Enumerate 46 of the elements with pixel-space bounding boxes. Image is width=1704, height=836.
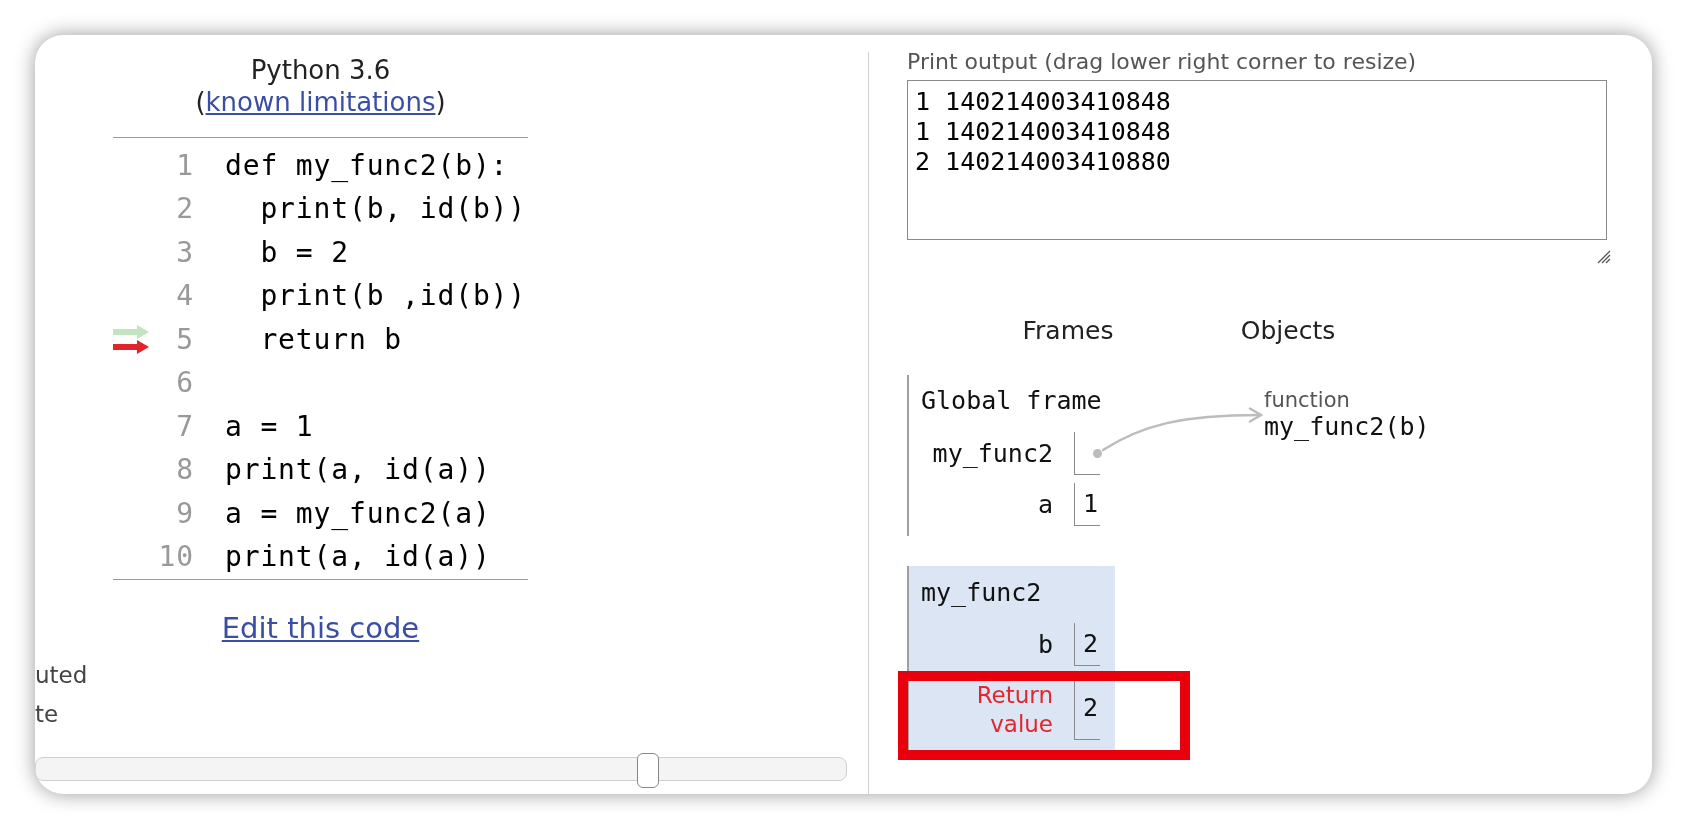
line-number: 2 bbox=[175, 191, 194, 228]
variable-name: Return value bbox=[975, 681, 1053, 739]
variable-name: my_func2 bbox=[931, 438, 1053, 469]
code-line: print(b ,id(b)) bbox=[259, 278, 527, 315]
line-number: 6 bbox=[175, 365, 194, 402]
variable-value: 2 bbox=[1074, 680, 1100, 740]
line-number: 3 bbox=[175, 234, 194, 271]
variable-name: b bbox=[1036, 629, 1053, 660]
code-line: print(a, id(a)) bbox=[225, 539, 491, 576]
line-number: 7 bbox=[175, 408, 194, 445]
line-number: 4 bbox=[175, 278, 194, 315]
object-type-label: function bbox=[1264, 388, 1350, 412]
print-output-box[interactable]: 1 140214003410848 1 140214003410848 2 140214003410880 bbox=[907, 80, 1607, 240]
legend-text: te bbox=[35, 700, 59, 729]
pointer-dot-icon bbox=[1093, 448, 1102, 458]
limitations-note: (known limitations) bbox=[194, 86, 447, 118]
code-line: return b bbox=[259, 321, 403, 358]
code-line: print(b, id(b)) bbox=[259, 191, 527, 228]
code-line: a = my_func2(a) bbox=[225, 495, 491, 532]
function-object: my_func2(b) bbox=[1264, 412, 1430, 442]
output-line: 1 140214003410848 bbox=[915, 117, 1171, 147]
resize-grip-icon[interactable] bbox=[1597, 250, 1611, 264]
code-line: def my_func2(b): bbox=[225, 147, 509, 184]
output-line: 2 140214003410880 bbox=[915, 147, 1171, 177]
code-line: print(a, id(a)) bbox=[225, 452, 491, 489]
variable-value: 1 bbox=[1074, 483, 1100, 526]
code-line: a = 1 bbox=[225, 408, 314, 445]
step-slider[interactable] bbox=[35, 753, 847, 788]
frames-heading: Frames bbox=[1021, 317, 1115, 345]
output-line: 1 140214003410848 bbox=[915, 87, 1171, 117]
line-number: 9 bbox=[175, 495, 194, 532]
slider-thumb[interactable] bbox=[637, 753, 660, 788]
edit-code-link[interactable]: Edit this code bbox=[221, 611, 420, 645]
line-number: 5 bbox=[175, 321, 194, 358]
frame-title: my_func2 bbox=[921, 578, 1042, 608]
line-number: 1 bbox=[175, 147, 194, 184]
line-number: 8 bbox=[175, 452, 194, 489]
code-line: b = 2 bbox=[259, 234, 349, 271]
line-number: 10 bbox=[157, 539, 194, 576]
variable-value: 2 bbox=[1074, 623, 1100, 666]
objects-heading: Objects bbox=[1239, 317, 1337, 345]
frame-title: Global frame bbox=[921, 386, 1102, 416]
legend-text: uted bbox=[35, 661, 88, 690]
variable-name: a bbox=[1036, 489, 1053, 520]
language-label: Python 3.6 bbox=[249, 54, 392, 86]
print-output-label: Print output (drag lower right corner to resize) bbox=[907, 52, 1417, 72]
